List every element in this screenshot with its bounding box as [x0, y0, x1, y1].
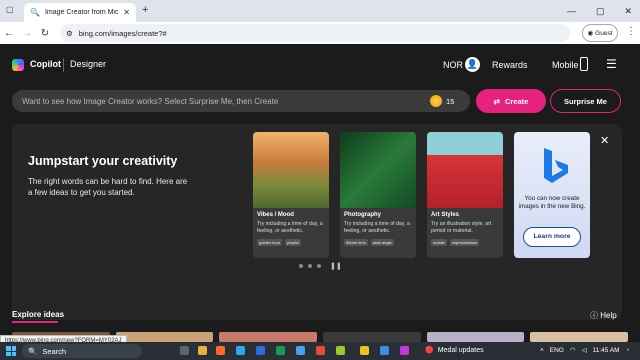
minimize-icon[interactable]: —: [567, 6, 576, 16]
notification-medal[interactable]: 🔴 Medal updates: [425, 346, 484, 355]
speaker-icon[interactable]: ◁: [582, 346, 587, 354]
avatar-icon[interactable]: 👤: [465, 57, 480, 72]
app-icon[interactable]: [336, 346, 345, 355]
forward-icon[interactable]: →: [18, 28, 36, 39]
tag-chip[interactable]: impressionism: [449, 239, 480, 246]
window-controls: — ▢ ✕: [567, 0, 640, 22]
surprise-me-button[interactable]: Surprise Me: [550, 89, 621, 113]
hamburger-menu-icon[interactable]: ☰: [606, 57, 617, 71]
boost-count: 15: [446, 97, 455, 106]
idea-card-vibes[interactable]: Vibes / Mood Try including a time of day…: [253, 132, 329, 258]
card-description: Try an illustration style, art period or…: [431, 221, 492, 234]
promo-heading: Jumpstart your creativity: [28, 154, 178, 168]
tab-underline: [12, 321, 58, 323]
hot-air-balloons-image: [253, 132, 329, 208]
clock[interactable]: 11:45 AM: [593, 347, 620, 354]
designer-link[interactable]: Designer: [70, 59, 106, 69]
reload-icon[interactable]: ↻: [36, 28, 54, 39]
tab-title: Image Creator from Microsoft: [44, 9, 119, 16]
more-icon[interactable]: ⋮: [626, 26, 636, 37]
brand-name[interactable]: Copilot: [30, 59, 61, 69]
header-divider: [63, 58, 64, 72]
taskbar: 🔍 Search 🔴 Medal updates ˄ ENG ◠ ◁ 11:45…: [0, 342, 640, 360]
statue-plant-image: [340, 132, 416, 208]
language[interactable]: ENG: [550, 347, 564, 354]
tag-chip[interactable]: playful: [285, 239, 301, 246]
address-bar[interactable]: ⚙ bing.com/images/create?#: [60, 24, 570, 42]
browser-toolbar: ← → ↻ ⚙ bing.com/images/create?# ◉ Guest…: [0, 22, 640, 44]
chevron-up-icon[interactable]: ˄: [540, 347, 544, 354]
app-icon[interactable]: [400, 346, 409, 355]
explore-ideas-tab[interactable]: Explore ideas: [12, 310, 64, 319]
task-view-icon[interactable]: [180, 346, 189, 355]
tag-chip[interactable]: 85mm lens: [344, 239, 368, 246]
learn-more-button[interactable]: Learn more: [523, 227, 581, 247]
file-explorer-icon[interactable]: [198, 346, 207, 355]
card-title: Photography: [344, 212, 381, 218]
windows-start-icon[interactable]: [6, 346, 16, 356]
pause-icon[interactable]: ❚❚: [330, 262, 342, 270]
copilot-logo-icon[interactable]: [12, 59, 24, 71]
app-icon[interactable]: [296, 346, 305, 355]
firefox-icon[interactable]: [216, 346, 225, 355]
search-icon: 🔍: [28, 346, 38, 356]
idea-card-art-styles[interactable]: Art Styles Try an illustration style, ar…: [427, 132, 503, 258]
create-label: Create: [504, 96, 529, 106]
create-icon: ⇄: [493, 96, 500, 106]
close-promo-icon[interactable]: ✕: [600, 134, 609, 147]
idea-card-photography[interactable]: Photography Try including a time of day,…: [340, 132, 416, 258]
user-name[interactable]: NOR: [443, 60, 463, 70]
site-info-icon[interactable]: ⚙: [66, 29, 73, 38]
browser-tab-bar: ▢ 🔍 Image Creator from Microsoft ✕ + — ▢…: [0, 0, 640, 22]
medal-text: Medal updates: [437, 346, 484, 354]
new-tab-icon[interactable]: +: [142, 4, 148, 16]
rewards-link[interactable]: Rewards: [492, 60, 528, 70]
tab-list-icon[interactable]: ▢: [6, 5, 14, 14]
guest-profile-button[interactable]: ◉ Guest: [582, 24, 618, 42]
url-text: bing.com/images/create?#: [78, 28, 167, 38]
medal-icon: 🔴: [425, 347, 434, 354]
prompt-placeholder: Want to see how Image Creator works? Sel…: [22, 97, 279, 106]
taskbar-search-label: Search: [42, 346, 67, 356]
wifi-icon[interactable]: ◠: [570, 346, 576, 354]
search-icon: 🔍: [30, 8, 40, 17]
help-label: Help: [600, 311, 617, 320]
help-link[interactable]: ⓘ Help: [590, 310, 617, 321]
mail-icon[interactable]: [256, 346, 265, 355]
carousel-dots[interactable]: [299, 264, 321, 268]
card-title: Art Styles: [431, 212, 460, 218]
page: Copilot Designer NOR 👤 Rewards Mobile ☰ …: [0, 44, 640, 347]
close-tab-icon[interactable]: ✕: [123, 8, 130, 17]
mobile-link[interactable]: Mobile: [552, 60, 579, 70]
guest-label: Guest: [595, 29, 613, 37]
tag-chip[interactable]: golden hour: [257, 239, 283, 246]
tag-chip[interactable]: mobile: [431, 239, 447, 246]
profile-icon: ◉: [587, 30, 594, 37]
system-tray: ˄ ENG ◠ ◁ 11:45 AM ◔: [540, 346, 630, 355]
boost-coin-icon: [430, 95, 442, 107]
bing-logo-icon: [544, 148, 568, 183]
close-window-icon[interactable]: ✕: [624, 6, 632, 17]
taskbar-search[interactable]: 🔍 Search: [22, 344, 142, 358]
chrome-icon[interactable]: [316, 346, 325, 355]
bing-promo-text: You can now create images in the new Bin…: [518, 195, 586, 210]
card-description: Try including a time of day, a feeling, …: [344, 221, 410, 234]
app-icon[interactable]: [276, 346, 285, 355]
surprise-label: Surprise Me: [564, 96, 607, 106]
browser-tab[interactable]: 🔍 Image Creator from Microsoft ✕: [24, 3, 136, 22]
card-title: Vibes / Mood: [257, 212, 294, 218]
maximize-icon[interactable]: ▢: [596, 6, 605, 17]
tag-chip[interactable]: wide angle: [370, 239, 394, 246]
create-button[interactable]: ⇄ Create: [476, 89, 546, 113]
back-icon[interactable]: ←: [0, 28, 18, 39]
red-machines-image: [427, 132, 503, 208]
app-icon[interactable]: [380, 346, 389, 355]
promo-body: The right words can be hard to find. Her…: [28, 177, 188, 197]
notification-bell-icon[interactable]: ◔: [626, 347, 630, 354]
phone-icon[interactable]: [580, 57, 588, 71]
edge-icon[interactable]: [236, 346, 245, 355]
app-icon[interactable]: [360, 346, 369, 355]
card-description: Try including a time of day, a feeling, …: [257, 221, 323, 234]
